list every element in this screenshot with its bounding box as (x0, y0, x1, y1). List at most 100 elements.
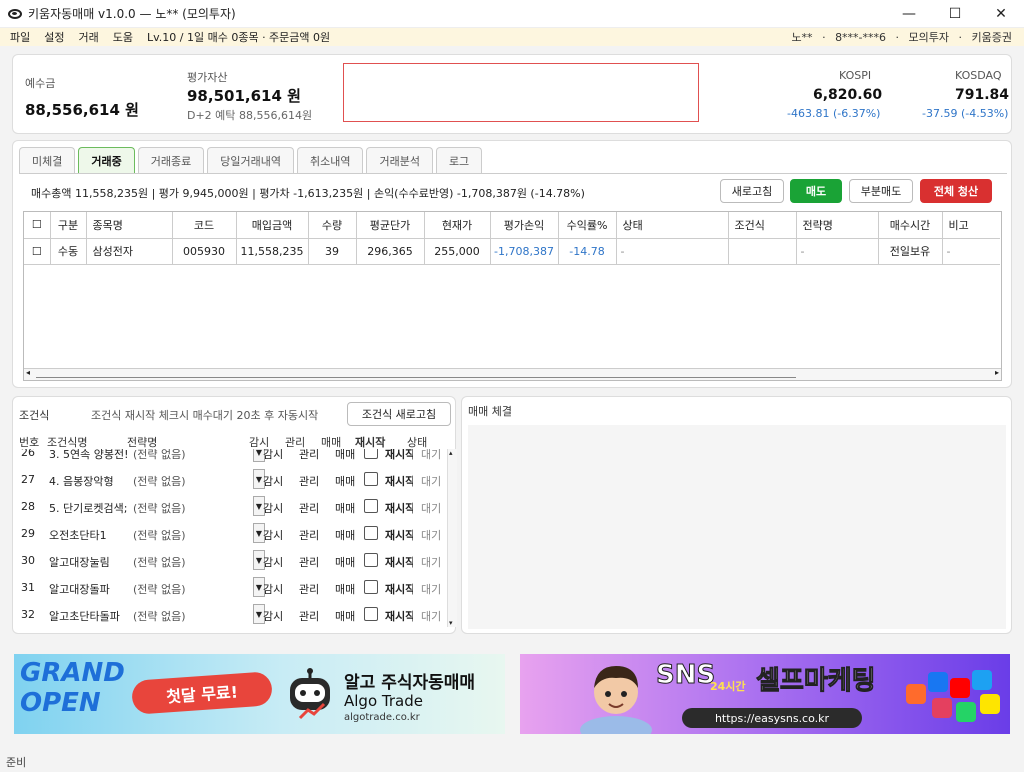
trade-button[interactable]: 매매 (335, 500, 355, 516)
tab-pending[interactable]: 미체결 (19, 147, 76, 173)
close-icon[interactable]: ✕ (978, 0, 1024, 28)
list-item[interactable]: 32 알고초단타돌파 (전략 없음) ▼ 감시 관리 매매 재시작 대기 (19, 601, 447, 628)
header-return-pct[interactable]: 수익률% (558, 212, 617, 239)
menu-file[interactable]: 파일 (10, 29, 30, 45)
horizontal-scrollbar[interactable]: ◂ ▸ (24, 368, 1001, 380)
strategy-select[interactable]: (전략 없음) (133, 500, 186, 516)
header-note[interactable]: 비고 (942, 212, 1000, 239)
condition-name: 5. 단기로켓검색; (49, 502, 128, 515)
header-condition[interactable]: 조건식 (728, 212, 797, 239)
ad-banner-algotrade[interactable]: GRAND OPEN 첫달 무료! 알고 주식자동매매 Algo Trade a… (14, 654, 505, 734)
trade-button[interactable]: 매매 (335, 449, 355, 462)
menu-settings[interactable]: 설정 (44, 29, 64, 45)
header-buy-amount[interactable]: 매입금액 (236, 212, 309, 239)
status-badge: 대기 (421, 475, 442, 488)
watch-button[interactable]: 감시 (263, 500, 283, 516)
watch-button[interactable]: 감시 (263, 449, 283, 462)
header-strategy[interactable]: 전략명 (796, 212, 879, 239)
header-code[interactable]: 코드 (172, 212, 237, 239)
header-status[interactable]: 상태 (616, 212, 729, 239)
watch-button[interactable]: 감시 (263, 473, 283, 489)
watch-button[interactable]: 감시 (263, 527, 283, 543)
row-checkbox[interactable]: ☐ (24, 238, 51, 265)
ad-banner-easysns[interactable]: SNS 24시간 셀프마케팅 https://easysns.co.kr (520, 654, 1010, 734)
strategy-select[interactable]: (전략 없음) (133, 608, 186, 624)
watch-button[interactable]: 감시 (263, 608, 283, 624)
kosdaq-label: KOSDAQ (955, 69, 1002, 82)
minimize-icon[interactable]: — (886, 0, 932, 28)
header-type[interactable]: 구분 (50, 212, 87, 239)
manage-button[interactable]: 관리 (299, 527, 319, 543)
scrollbar-thumb[interactable] (36, 371, 796, 378)
tab-log[interactable]: 로그 (435, 147, 483, 173)
strategy-select[interactable]: (전략 없음) (133, 527, 186, 543)
trade-button[interactable]: 매매 (335, 608, 355, 624)
condition-number: 28 (21, 500, 35, 513)
scroll-right-icon[interactable]: ▸ (995, 368, 999, 377)
partial-sell-button[interactable]: 부분매도 (849, 179, 913, 203)
status-badge: 대기 (421, 529, 442, 542)
header-stock-name[interactable]: 종목명 (86, 212, 173, 239)
list-item[interactable]: 29 오전초단타1 (전략 없음) ▼ 감시 관리 매매 재시작 대기 (19, 520, 447, 547)
table-row[interactable]: ☐ 수동 삼성전자 005930 11,558,235 39 296,365 2… (24, 238, 1000, 265)
status-badge: 대기 (421, 583, 442, 596)
list-item[interactable]: 26 3. 5연속 양봉전! (전략 없음) ▼ 감시 관리 매매 재시작 대기 (19, 449, 447, 466)
kospi-label: KOSPI (839, 69, 872, 82)
restart-checkbox[interactable] (364, 499, 378, 513)
vertical-scrollbar[interactable]: ▴ ▾ (447, 449, 457, 627)
restart-checkbox[interactable] (364, 449, 378, 459)
trade-button[interactable]: 매매 (335, 581, 355, 597)
list-item[interactable]: 30 알고대장눌림 (전략 없음) ▼ 감시 관리 매매 재시작 대기 (19, 547, 447, 574)
header-avg-price[interactable]: 평균단가 (356, 212, 425, 239)
restart-checkbox[interactable] (364, 472, 378, 486)
trade-button[interactable]: 매매 (335, 473, 355, 489)
restart-label: 재시작 (385, 583, 413, 596)
header-quantity[interactable]: 수량 (308, 212, 357, 239)
strategy-select[interactable]: (전략 없음) (133, 449, 186, 462)
maximize-icon[interactable]: ☐ (932, 0, 978, 28)
scroll-up-icon[interactable]: ▴ (449, 449, 453, 457)
status-badge: 대기 (421, 556, 442, 569)
menu-trade[interactable]: 거래 (79, 29, 99, 45)
manage-button[interactable]: 관리 (299, 500, 319, 516)
restart-checkbox[interactable] (364, 526, 378, 540)
restart-checkbox[interactable] (364, 580, 378, 594)
menu-help[interactable]: 도움 (113, 29, 133, 45)
scroll-left-icon[interactable]: ◂ (26, 368, 30, 377)
list-item[interactable]: 31 알고대장돌파 (전략 없음) ▼ 감시 관리 매매 재시작 대기 (19, 574, 447, 601)
refresh-button[interactable]: 새로고침 (720, 179, 784, 203)
manage-button[interactable]: 관리 (299, 608, 319, 624)
scroll-down-icon[interactable]: ▾ (449, 619, 453, 627)
tab-trading[interactable]: 거래중 (78, 147, 135, 173)
ad-grand-text: GRAND (20, 658, 125, 688)
conditions-refresh-button[interactable]: 조건식 새로고침 (347, 402, 451, 426)
manage-button[interactable]: 관리 (299, 554, 319, 570)
tab-cancelled[interactable]: 취소내역 (296, 147, 364, 173)
manage-button[interactable]: 관리 (299, 473, 319, 489)
sell-button[interactable]: 매도 (790, 179, 842, 203)
restart-checkbox[interactable] (364, 553, 378, 567)
header-buy-time[interactable]: 매수시간 (878, 212, 943, 239)
strategy-select[interactable]: (전략 없음) (133, 581, 186, 597)
liquidate-all-button[interactable]: 전체 청산 (920, 179, 992, 203)
watch-button[interactable]: 감시 (263, 581, 283, 597)
deposit-value: 88,556,614 원 (25, 101, 139, 119)
restart-label: 재시작 (385, 610, 413, 623)
header-current-price[interactable]: 현재가 (424, 212, 491, 239)
header-select-checkbox[interactable]: ☐ (24, 212, 51, 239)
strategy-select[interactable]: (전략 없음) (133, 554, 186, 570)
tab-analysis[interactable]: 거래분석 (366, 147, 433, 173)
list-item[interactable]: 28 5. 단기로켓검색; (전략 없음) ▼ 감시 관리 매매 재시작 대기 (19, 493, 447, 520)
trade-button[interactable]: 매매 (335, 527, 355, 543)
tab-today-history[interactable]: 당일거래내역 (207, 147, 294, 173)
manage-button[interactable]: 관리 (299, 449, 319, 462)
list-item[interactable]: 27 4. 음봉장악형 (전략 없음) ▼ 감시 관리 매매 재시작 대기 (19, 466, 447, 493)
restart-checkbox[interactable] (364, 607, 378, 621)
user-name: 노** (791, 31, 813, 44)
header-eval-pnl[interactable]: 평가손익 (490, 212, 559, 239)
manage-button[interactable]: 관리 (299, 581, 319, 597)
trade-button[interactable]: 매매 (335, 554, 355, 570)
strategy-select[interactable]: (전략 없음) (133, 473, 186, 489)
watch-button[interactable]: 감시 (263, 554, 283, 570)
tab-closed[interactable]: 거래종료 (137, 147, 205, 173)
